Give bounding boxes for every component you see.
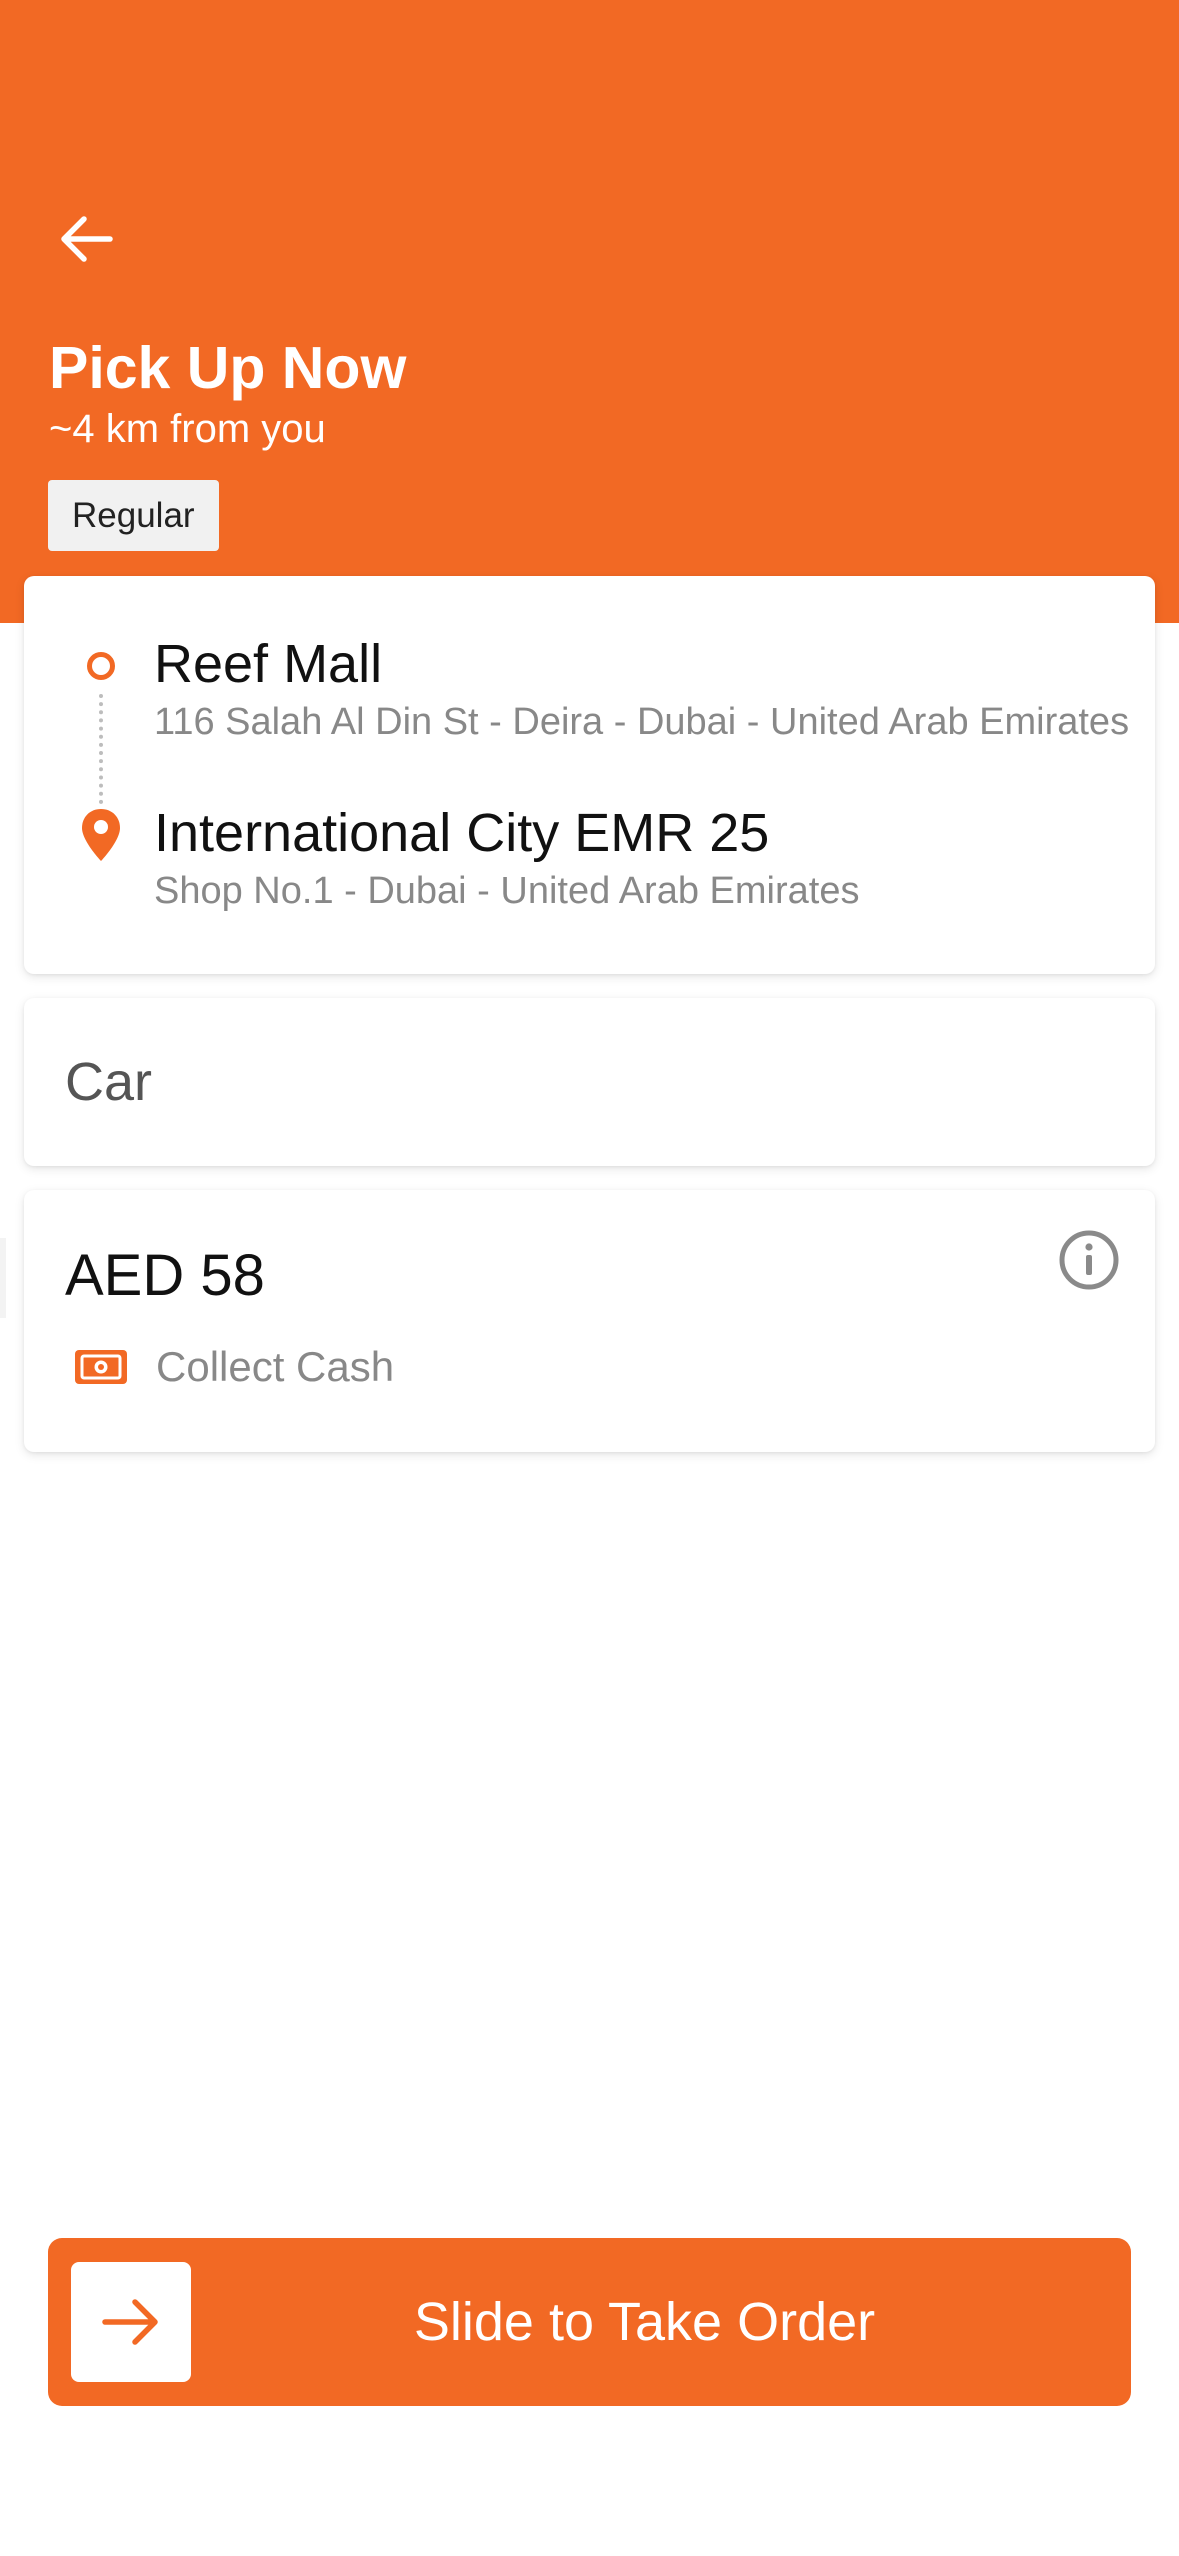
slide-label: Slide to Take Order (413, 2292, 876, 2352)
location-pin-icon (82, 809, 120, 861)
distance-text: ~4 km from you (49, 407, 326, 451)
edge-marker (0, 1238, 6, 1318)
cash-icon (75, 1350, 127, 1384)
dropoff-name: International City EMR 25 (154, 803, 770, 863)
info-icon[interactable] (1057, 1228, 1121, 1292)
dropoff-address: Shop No.1 - Dubai - United Arab Emirates (154, 870, 860, 912)
price-card: AED 58 Collect Cash (24, 1190, 1155, 1452)
pickup-circle-icon (87, 652, 115, 680)
route-line (99, 694, 103, 804)
vehicle-card: Car (24, 998, 1155, 1166)
payment-method: Collect Cash (156, 1343, 395, 1390)
page-title: Pick Up Now (49, 335, 407, 401)
slide-to-take-order[interactable]: Slide to Take Order (48, 2238, 1131, 2406)
pickup-name: Reef Mall (154, 634, 383, 694)
order-price: AED 58 (65, 1243, 265, 1308)
pickup-address: 116 Salah Al Din St - Deira - Dubai - Un… (154, 701, 1130, 743)
arrow-left-icon (61, 216, 113, 262)
route-card: Reef Mall 116 Salah Al Din St - Deira - … (24, 576, 1155, 974)
vehicle-type: Car (65, 1052, 153, 1112)
back-button[interactable] (52, 205, 120, 273)
header: Pick Up Now ~4 km from you Regular (0, 0, 1179, 623)
order-type-badge: Regular (48, 480, 219, 551)
